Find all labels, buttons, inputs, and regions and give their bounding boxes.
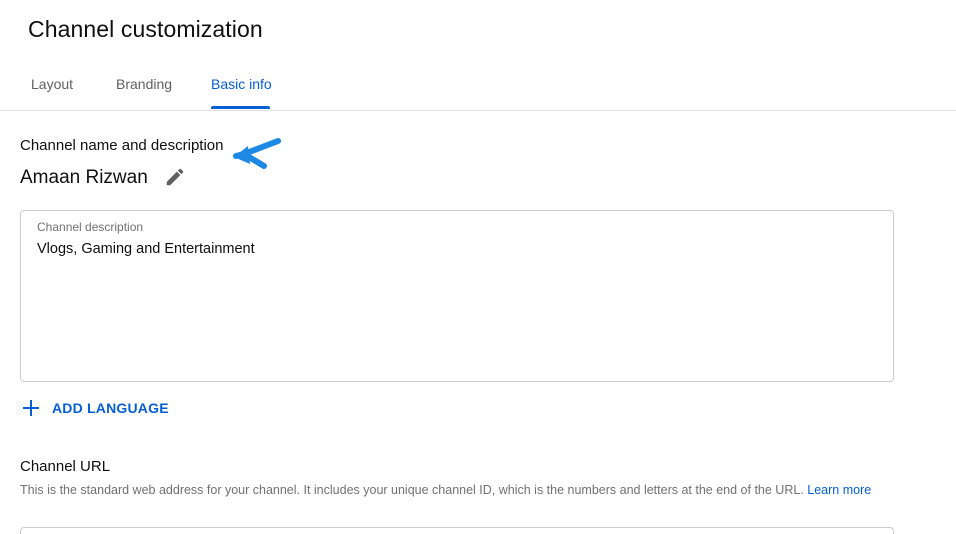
add-language-button[interactable]: ADD LANGUAGE [22, 399, 169, 417]
arrow-icon [233, 138, 281, 169]
tab-layout[interactable]: Layout [31, 76, 73, 104]
channel-url-description-text: This is the standard web address for you… [20, 483, 804, 497]
pencil-icon[interactable] [164, 166, 186, 188]
channel-customization-page: Channel customization Layout Branding Ba… [0, 0, 956, 534]
tab-branding[interactable]: Branding [116, 76, 172, 104]
active-tab-indicator [211, 106, 270, 109]
plus-icon [23, 400, 39, 416]
learn-more-link[interactable]: Learn more [807, 483, 871, 497]
channel-description-value[interactable]: Vlogs, Gaming and Entertainment [37, 241, 255, 257]
channel-name: Amaan Rizwan [20, 167, 148, 188]
channel-description-field[interactable]: Channel description Vlogs, Gaming and En… [20, 210, 894, 382]
add-language-label: ADD LANGUAGE [52, 400, 169, 416]
section-label-name-description: Channel name and description [20, 137, 224, 154]
tab-basic-info[interactable]: Basic info [211, 76, 272, 104]
channel-url-description: This is the standard web address for you… [20, 480, 880, 500]
channel-description-label: Channel description [37, 220, 144, 234]
page-title: Channel customization [28, 16, 263, 42]
tab-bar: Layout Branding Basic info [0, 66, 956, 111]
channel-url-heading: Channel URL [20, 458, 111, 475]
channel-url-field[interactable] [20, 527, 894, 534]
